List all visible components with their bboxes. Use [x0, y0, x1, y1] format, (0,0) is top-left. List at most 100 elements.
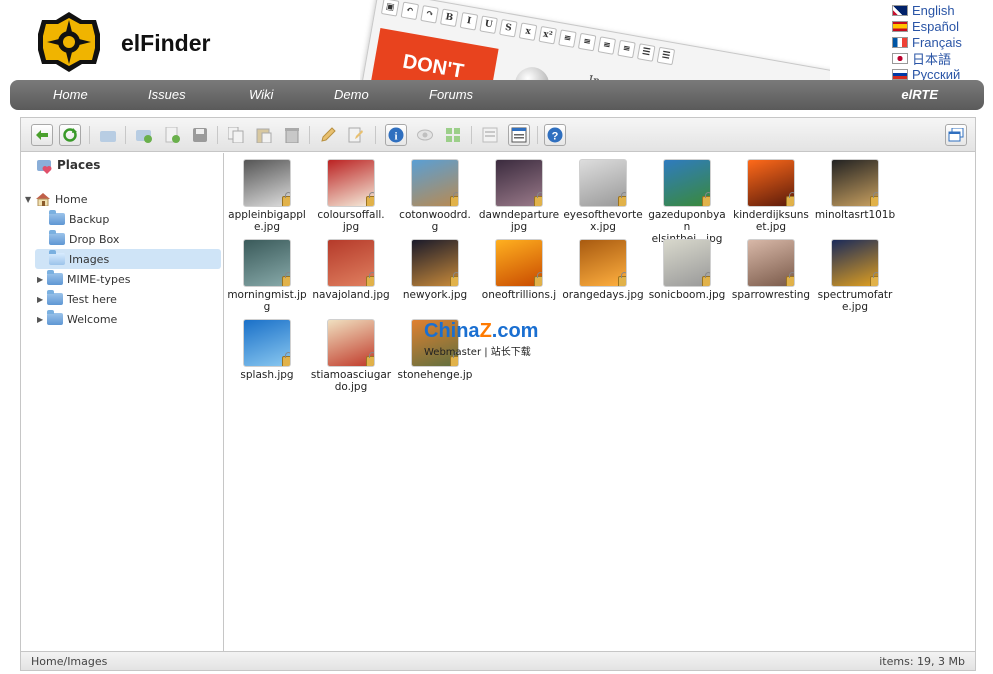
file-item[interactable]: stiamoasciugar do.jpg [309, 319, 393, 393]
new-file-icon [165, 127, 180, 143]
lock-icon [786, 192, 794, 206]
elfinder-logo[interactable] [34, 10, 104, 74]
svg-text:?: ? [552, 131, 559, 143]
file-item[interactable]: coloursoffall. jpg [309, 159, 393, 233]
details-button[interactable] [508, 124, 530, 146]
jp-flag-icon [892, 52, 908, 64]
watermark-subtitle: Webmaster | 站长下载 [424, 347, 531, 358]
file-thumbnail [579, 239, 627, 287]
file-item[interactable]: gazeduponbyanelsinthei...jpg [645, 159, 729, 245]
info-icon: i [388, 127, 404, 143]
tree-item-label: MIME-types [67, 272, 131, 286]
status-bar: Home/Images items: 19, 3 Mb [21, 651, 975, 670]
file-name: stonehenge.jp [397, 369, 473, 381]
lock-icon [618, 272, 626, 286]
file-item[interactable]: navajoland.jpg [309, 239, 393, 301]
lock-icon [366, 192, 374, 206]
file-item[interactable]: newyork.jpg [393, 239, 477, 301]
expand-arrow-icon[interactable]: ▼ [25, 195, 35, 204]
nav-item-forums[interactable]: Forums [429, 87, 473, 102]
nav-item-issues[interactable]: Issues [148, 87, 186, 102]
help-icon: ? [547, 127, 563, 143]
help-button[interactable]: ? [544, 124, 566, 146]
file-item[interactable]: morningmist.jp g [225, 239, 309, 313]
open-button[interactable] [97, 124, 119, 146]
file-item[interactable]: spectrumofatr e.jpg [813, 239, 897, 313]
nav-item-home[interactable]: Home [53, 87, 88, 102]
file-item[interactable]: dawndeparture jpg [477, 159, 561, 233]
strike-icon: S [499, 18, 518, 38]
tree-item-home[interactable]: ▼ Home [25, 189, 215, 209]
collapse-arrow-icon[interactable]: ▶ [37, 315, 47, 324]
back-button[interactable] [31, 124, 53, 146]
collapse-arrow-icon[interactable]: ▶ [37, 295, 47, 304]
tree-item-test-here[interactable]: ▶ Test here [37, 289, 217, 309]
paste-icon [256, 128, 272, 143]
tree-item-label: Drop Box [69, 232, 120, 246]
reload-button[interactable] [59, 124, 81, 146]
redo-icon: ↷ [420, 5, 439, 24]
file-item[interactable]: sparrowresting [729, 239, 813, 301]
tree-item-welcome[interactable]: ▶ Welcome [37, 309, 217, 329]
upload-icon [193, 128, 207, 142]
file-thumbnail [495, 239, 543, 287]
language-link[interactable]: 日本語 [892, 50, 992, 67]
save-icon: ▣ [380, 0, 400, 17]
icons-view-button[interactable] [442, 124, 464, 146]
language-link[interactable]: English [892, 2, 992, 18]
remove-button[interactable] [281, 124, 303, 146]
elrte-promo-banner[interactable]: ▣ ↶ ↷ B I U S x x² ≡ ≡ ≡ ≡ ☰ ☰ DON'T In [360, 0, 830, 90]
file-item[interactable]: sonicboom.jpg [645, 239, 729, 301]
upload-button[interactable] [189, 124, 211, 146]
file-item[interactable]: splash.jpg [225, 319, 309, 381]
new-folder-button[interactable] [133, 124, 155, 146]
main-nav: Home Issues Wiki Demo Forums elRTE [10, 80, 984, 110]
file-thumbnail [243, 319, 291, 367]
file-item[interactable]: minoltasrt101b [813, 159, 897, 221]
language-link[interactable]: Español [892, 18, 992, 34]
file-item[interactable]: eyesofthevorte x.jpg [561, 159, 645, 233]
file-item[interactable]: cotonwoodrd. g [393, 159, 477, 233]
info-button[interactable]: i [385, 124, 407, 146]
copy-button[interactable] [225, 124, 247, 146]
tree-item-mime-types[interactable]: ▶ MIME-types [37, 269, 217, 289]
file-item[interactable]: orangedays.jpg [561, 239, 645, 301]
tree-item-images[interactable]: Images [35, 249, 221, 269]
tree-item-backup[interactable]: Backup [49, 209, 219, 229]
subscript-icon: x [518, 22, 538, 41]
edit-icon [348, 127, 363, 143]
remove-icon [285, 128, 299, 143]
list-view-icon [482, 127, 498, 143]
language-label: 日本語 [912, 51, 952, 67]
folder-icon [47, 290, 63, 305]
paste-button[interactable] [253, 124, 275, 146]
places-label: Places [57, 158, 101, 172]
icons-view-icon [446, 128, 460, 142]
file-grid: appleinbigappl e.jpg coloursoffall. jpg coto… [225, 153, 975, 651]
file-name: morningmist.jp g [227, 289, 307, 313]
fullscreen-button[interactable] [945, 124, 967, 146]
lock-icon [366, 352, 374, 366]
nav-item-elrte[interactable]: elRTE [901, 87, 938, 102]
file-thumbnail [495, 159, 543, 207]
nav-item-demo[interactable]: Demo [334, 87, 369, 102]
places-heart-icon [37, 160, 52, 174]
file-name: oneoftrillions.j [481, 289, 557, 301]
edit-button[interactable] [345, 124, 367, 146]
superscript-icon: x² [538, 25, 558, 45]
align-left-icon: ≡ [558, 29, 577, 48]
undo-icon: ↶ [400, 1, 420, 21]
file-item[interactable]: kinderdijksuns et.jpg [729, 159, 813, 233]
new-file-button[interactable] [161, 124, 183, 146]
file-item[interactable]: oneoftrillions.j [477, 239, 561, 301]
ordered-list-icon: ☰ [656, 46, 676, 66]
preview-button[interactable] [414, 124, 436, 146]
open-icon [100, 130, 116, 142]
tree-item-drop-box[interactable]: Drop Box [49, 229, 219, 249]
collapse-arrow-icon[interactable]: ▶ [37, 275, 47, 284]
rename-button[interactable] [317, 124, 339, 146]
list-view-button[interactable] [479, 124, 501, 146]
file-item[interactable]: appleinbigappl e.jpg [225, 159, 309, 233]
file-thumbnail [747, 239, 795, 287]
nav-item-wiki[interactable]: Wiki [249, 87, 273, 102]
